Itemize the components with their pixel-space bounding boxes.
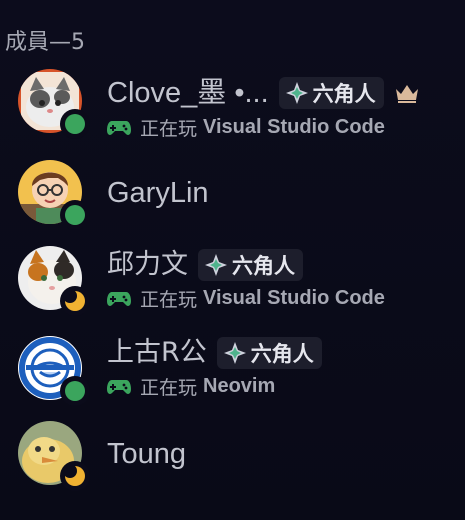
activity-app: Neovim: [203, 375, 276, 397]
role-tag-label: 六角人: [312, 82, 376, 106]
activity-app: Visual Studio Code: [203, 116, 385, 138]
idle-moon-icon: [65, 291, 85, 311]
member-list-header: 成員—5: [5, 30, 85, 55]
gamepad-icon: [107, 291, 131, 306]
member-item[interactable]: 上古R公 六角人 正在玩 Neovim: [0, 330, 465, 408]
member-name-row: 邱力文 六角人: [107, 248, 303, 282]
avatar[interactable]: [18, 160, 90, 230]
role-tag[interactable]: 六角人: [216, 337, 322, 369]
member-item[interactable]: Clove_墨 •... 六角人 正在玩 Visual Studio Code: [0, 62, 465, 140]
status-indicator: [60, 109, 90, 139]
activity-prefix: 正在玩: [140, 289, 198, 311]
member-name[interactable]: Clove_墨 •...: [107, 76, 269, 110]
hexagon-diamond-icon: [285, 82, 308, 104]
member-activity: 正在玩 Visual Studio Code: [107, 114, 385, 141]
avatar[interactable]: [18, 336, 90, 406]
member-name-row: Clove_墨 •... 六角人: [107, 76, 420, 110]
member-item[interactable]: 邱力文 六角人 正在玩 Visual Studio Code: [0, 240, 465, 318]
activity-prefix: 正在玩: [140, 377, 198, 399]
member-name[interactable]: 上古R公: [107, 336, 207, 370]
online-status-icon: [65, 114, 85, 134]
member-name-row: 上古R公 六角人: [107, 336, 322, 370]
hexagon-diamond-icon: [205, 254, 227, 276]
status-indicator: [60, 286, 90, 316]
member-activity: 正在玩 Visual Studio Code: [107, 285, 385, 312]
status-indicator: [60, 461, 90, 491]
idle-moon-icon: [65, 466, 85, 486]
avatar[interactable]: [18, 69, 90, 139]
member-name-row: Toung: [107, 437, 186, 471]
online-status-icon: [65, 381, 85, 401]
role-tag[interactable]: 六角人: [278, 77, 384, 109]
crown-icon: [395, 85, 418, 103]
member-activity: 正在玩 Neovim: [107, 373, 275, 400]
gamepad-icon: [107, 120, 131, 135]
member-name[interactable]: 邱力文: [107, 248, 188, 282]
role-tag-label: 六角人: [250, 342, 314, 366]
member-item[interactable]: GaryLin: [0, 155, 465, 233]
activity-prefix: 正在玩: [140, 118, 198, 140]
member-name-row: GaryLin: [107, 176, 209, 210]
online-status-icon: [65, 205, 85, 225]
hexagon-diamond-icon: [223, 342, 246, 364]
avatar[interactable]: [18, 246, 90, 316]
member-name[interactable]: GaryLin: [107, 176, 209, 210]
status-indicator: [60, 376, 90, 406]
status-indicator: [60, 200, 90, 230]
role-tag[interactable]: 六角人: [198, 249, 303, 281]
avatar[interactable]: [18, 421, 90, 491]
gamepad-icon: [107, 379, 131, 394]
activity-app: Visual Studio Code: [203, 287, 385, 309]
member-item[interactable]: Toung: [0, 415, 465, 493]
role-tag-label: 六角人: [232, 254, 295, 278]
member-name[interactable]: Toung: [107, 437, 186, 471]
